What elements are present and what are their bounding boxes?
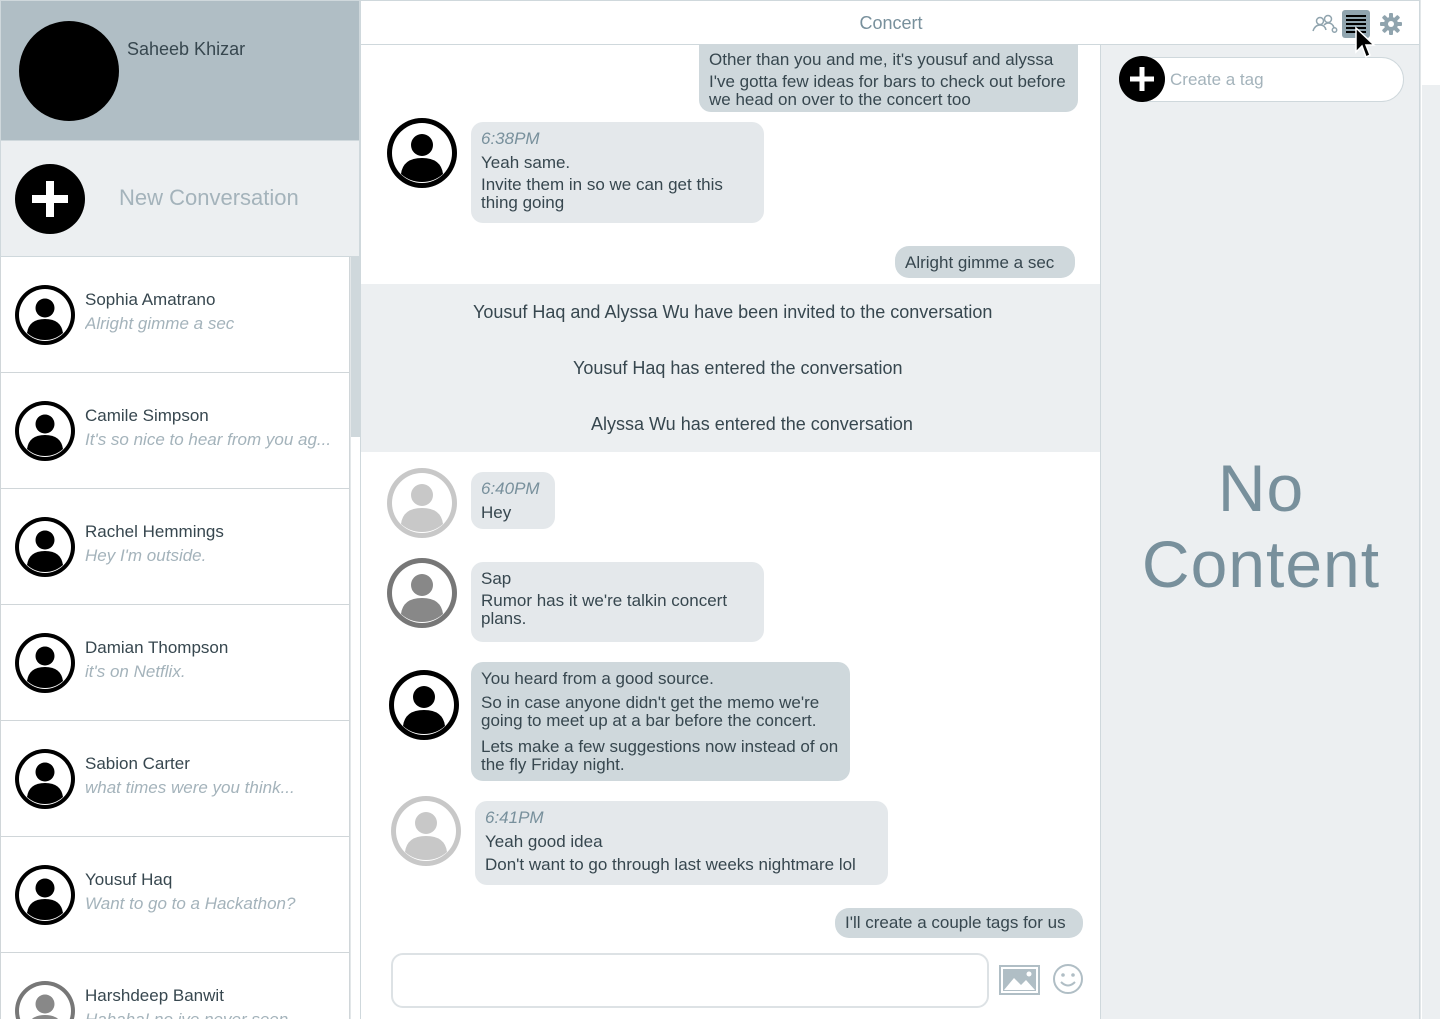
message-timestamp: 6:40PM [481,479,540,498]
message-line: I've gotta few ideas for bars to check o… [709,72,1066,109]
smiley-icon[interactable] [1052,963,1084,995]
plus-icon [15,164,85,234]
message-timestamp: 6:41PM [485,808,544,827]
people-icon[interactable] [1311,10,1339,38]
message-line: Invite them in so we can get this thing … [481,175,723,212]
conversation-name: Camile Simpson [85,406,209,425]
user-avatar-icon [15,981,75,1019]
plus-icon [1130,67,1154,91]
conversation-item[interactable]: Yousuf Haq Want to go to a Hackathon? [0,837,350,953]
message-bubble: 6:41PM Yeah good idea Don't want to go t… [475,801,888,885]
message-line: Sap [481,569,512,588]
scrollbar-thumb[interactable] [351,257,360,437]
conversation-preview: it's on Netflix. [85,662,186,681]
conversation-name: Sophia Amatrano [85,290,216,309]
user-avatar-icon [15,401,75,461]
message-line: Don't want to go through last weeks nigh… [485,855,856,874]
conversation-list: Sophia Amatrano Alright gimme a sec Cami… [0,257,350,1019]
conversation-preview: It's so nice to hear from you ag... [85,430,332,449]
message-bubble: Sap Rumor has it we're talkin concert pl… [471,562,764,642]
user-avatar-icon [387,468,457,538]
message-bubble: 6:38PM Yeah same. Invite them in so we c… [471,122,764,223]
conversation-preview: Want to go to a Hackathon? [85,894,296,913]
user-avatar-icon [15,749,75,809]
tags-panel: No Content [1100,45,1420,1019]
user-avatar-icon [389,670,459,740]
user-avatar-icon [15,517,75,577]
conversation-item[interactable]: Rachel Hemmings Hey I'm outside. [0,489,350,605]
user-avatar-icon [15,285,75,345]
conversation-name: Yousuf Haq [85,870,173,889]
conversation-item[interactable]: Camile Simpson It's so nice to hear from… [0,373,350,489]
system-message: Yousuf Haq and Alyssa Wu have been invit… [473,302,993,322]
system-message: Yousuf Haq has entered the conversation [573,358,903,378]
scrollbar-thumb[interactable] [1422,85,1440,1019]
message-bubble: 6:40PM Hey [471,472,555,529]
message-line: Lets make a few suggestions now instead … [481,737,839,774]
message-timestamp: 6:38PM [481,129,540,148]
user-avatar-icon [15,633,75,693]
system-message: Alyssa Wu has entered the conversation [591,414,913,434]
message-input[interactable] [391,953,989,1008]
user-avatar-icon [15,865,75,925]
conversation-item[interactable]: Sophia Amatrano Alright gimme a sec [0,257,350,373]
sidebar: Saheeb Khizar New Conversation Sophia Am… [0,0,360,1019]
message-bubble-outgoing: You heard from a good source. So in case… [471,662,850,781]
create-tag-input[interactable] [1170,64,1390,96]
conversation-name: Harshdeep Banwit [85,986,224,1005]
message-line: Yeah same. [481,153,571,172]
conversation-name: Rachel Hemmings [85,522,224,541]
conversation-preview: Hahaha! no ive never seen [85,1010,343,1019]
message-bubble-outgoing: Alright gimme a sec [895,246,1075,278]
conversation-list-scrollbar[interactable] [350,257,360,1019]
profile-avatar[interactable] [19,21,119,121]
empty-state-text: No Content [1141,451,1381,601]
conversation-name: Damian Thompson [85,638,229,657]
message-line: So in case anyone didn't get the memo we… [481,693,820,730]
image-icon[interactable] [999,965,1040,995]
page-scrollbar[interactable] [1420,0,1440,1019]
user-avatar-icon [391,796,461,866]
user-avatar-icon [387,118,457,188]
message-line: Rumor has it we're talkin concert plans. [481,591,728,628]
gear-icon[interactable] [1377,10,1405,38]
conversation-name: Sabion Carter [85,754,190,773]
conversation-preview: Alright gimme a sec [85,314,235,333]
conversation-preview: Hey I'm outside. [85,546,207,565]
message-line: Yeah good idea [485,832,603,851]
profile-header: Saheeb Khizar [0,0,360,141]
message-line: Other than you and me, it's yousuf and a… [709,50,1054,69]
message-line: I'll create a couple tags for us [845,913,1066,932]
user-avatar-icon [387,558,457,628]
add-tag-button[interactable] [1119,56,1165,102]
profile-name: Saheeb Khizar [127,39,246,59]
new-conversation-button[interactable]: New Conversation [0,141,360,257]
message-bubble-outgoing: I'll create a couple tags for us [835,908,1083,938]
mouse-cursor-icon [1355,26,1376,59]
new-conversation-label: New Conversation [119,185,299,210]
system-messages: Yousuf Haq and Alyssa Wu have been invit… [361,284,1100,452]
conversation-item[interactable]: Sabion Carter what times were you think.… [0,721,350,837]
message-bubble-outgoing: Other than you and me, it's yousuf and a… [699,45,1078,112]
chat-area[interactable]: Other than you and me, it's yousuf and a… [360,45,1100,1019]
message-line: Hey [481,503,512,522]
conversation-header: Concert [360,0,1420,45]
message-line: Alright gimme a sec [905,253,1055,272]
conversation-title: Concert [859,13,923,33]
message-line: You heard from a good source. [481,669,714,688]
conversation-item[interactable]: Harshdeep Banwit Hahaha! no ive never se… [0,953,350,1019]
conversation-item[interactable]: Damian Thompson it's on Netflix. [0,605,350,721]
conversation-preview: what times were you think... [85,778,295,797]
